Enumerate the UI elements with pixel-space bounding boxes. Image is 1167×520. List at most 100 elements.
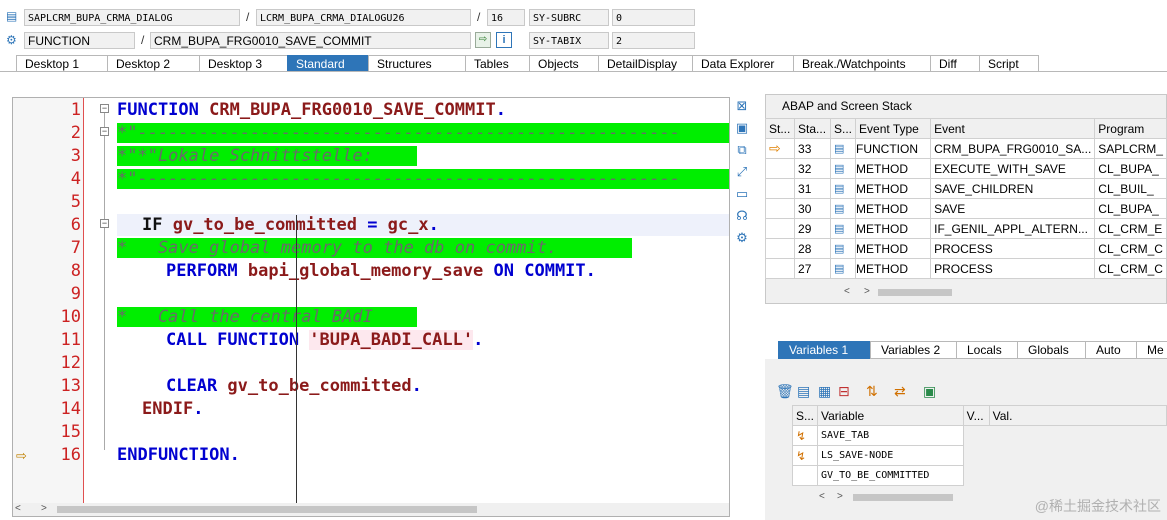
scroll-thumb[interactable] <box>57 506 477 513</box>
source-editor[interactable]: 1 2 3 4 5 6 7 8 9 10 11 12 13 14 15 16 ⇨… <box>12 97 730 517</box>
table-row[interactable]: 27 ▤ METHOD PROCESS CL_CRM_C <box>764 258 1167 279</box>
scroll-right-icon[interactable]: > <box>837 491 843 502</box>
line-number: 13 <box>60 376 81 396</box>
editor-horizontal-scrollbar[interactable]: < > <box>13 503 729 516</box>
new-window-icon[interactable]: ▣ <box>734 120 750 136</box>
col-header[interactable]: Variable <box>817 405 964 426</box>
tab-objects[interactable]: Objects <box>529 55 599 72</box>
line-number: 12 <box>60 353 81 373</box>
variables-horizontal-scrollbar[interactable]: < > <box>815 491 965 504</box>
swap-icon[interactable]: ⇄ <box>894 383 906 400</box>
name-field[interactable]: CRM_BUPA_FRG0010_SAVE_COMMIT <box>150 32 471 49</box>
tab-desktop-2[interactable]: Desktop 2 <box>107 55 200 72</box>
tab-detaildisplay[interactable]: DetailDisplay <box>598 55 693 72</box>
collapse-icon[interactable]: − <box>100 127 109 136</box>
layout-icon[interactable]: ▭ <box>734 186 750 202</box>
program-name: CL_CRM_C <box>1094 258 1167 279</box>
scroll-left-icon[interactable]: < <box>844 286 850 297</box>
col-header[interactable]: S... <box>829 118 857 139</box>
variable-value[interactable] <box>989 425 1167 446</box>
tab-diff[interactable]: Diff <box>930 55 980 72</box>
detail-icon[interactable]: ▦ <box>818 383 831 400</box>
line-number: 15 <box>60 422 81 442</box>
status-cell <box>764 198 796 219</box>
tab-desktop-1[interactable]: Desktop 1 <box>16 55 108 72</box>
tab-script[interactable]: Script <box>979 55 1039 72</box>
navigate-icon[interactable]: ⇨ <box>475 32 491 48</box>
event-type-icon: ▤ <box>829 238 857 259</box>
tab-auto[interactable]: Auto <box>1085 341 1137 359</box>
tab-desktop-3[interactable]: Desktop 3 <box>199 55 288 72</box>
line-number: 6 <box>70 215 81 235</box>
col-header[interactable]: Val. <box>988 405 1167 426</box>
table-row[interactable]: 32 ▤ METHOD EXECUTE_WITH_SAVE CL_BUPA_ <box>764 158 1167 179</box>
tab-structures[interactable]: Structures <box>368 55 466 72</box>
variable-name[interactable]: SAVE_TAB <box>817 425 964 446</box>
table-row[interactable]: 30 ▤ METHOD SAVE CL_BUPA_ <box>764 198 1167 219</box>
event-name: SAVE_CHILDREN <box>930 178 1096 199</box>
maximize-icon[interactable]: ⤢ <box>734 164 750 180</box>
fold-guide <box>104 113 105 450</box>
sy-tabix-label: SY-TABIX <box>529 32 609 49</box>
info-icon[interactable]: i <box>496 32 512 48</box>
scroll-right-icon[interactable]: > <box>41 503 47 514</box>
program-name: CL_BUIL_ <box>1094 178 1167 199</box>
settings-icon[interactable]: ⚙ <box>734 230 750 246</box>
line-field[interactable]: 16 <box>487 9 525 26</box>
event-type-icon: ▤ <box>829 258 857 279</box>
tab-variables-1[interactable]: Variables 1 <box>778 341 871 359</box>
export-icon[interactable]: ▣ <box>923 383 936 400</box>
collapse-icon[interactable]: − <box>100 104 109 113</box>
tab-me[interactable]: Me <box>1136 341 1167 359</box>
col-header[interactable]: Program <box>1094 118 1167 139</box>
tab-locals[interactable]: Locals <box>956 341 1018 359</box>
tab-breakpoints[interactable]: Break./Watchpoints <box>793 55 931 72</box>
table-row[interactable]: ↯ LS_SAVE-NODE <box>791 445 1167 466</box>
table-row[interactable]: 28 ▤ METHOD PROCESS CL_CRM_C <box>764 238 1167 259</box>
line-number: 1 <box>70 100 81 120</box>
stack-horizontal-scrollbar[interactable]: < > <box>840 286 960 299</box>
col-header[interactable]: Event <box>930 118 1096 139</box>
sy-tabix-value[interactable]: 2 <box>612 32 695 49</box>
type-field[interactable]: FUNCTION <box>24 32 135 49</box>
scroll-thumb[interactable] <box>878 289 952 296</box>
delete-icon[interactable]: 🗑 <box>776 383 794 400</box>
line-number: 5 <box>70 192 81 212</box>
remove-icon[interactable]: ⊟ <box>838 383 850 400</box>
collapse-icon[interactable]: − <box>100 219 109 228</box>
variable-value[interactable] <box>989 465 1167 486</box>
tab-standard[interactable]: Standard <box>287 55 369 72</box>
scroll-left-icon[interactable]: < <box>15 503 21 514</box>
col-header[interactable]: V... <box>962 405 990 426</box>
stack-level: 27 <box>794 258 831 279</box>
table-row[interactable]: ↯ SAVE_TAB <box>791 425 1167 446</box>
scroll-thumb[interactable] <box>853 494 953 501</box>
scroll-right-icon[interactable]: > <box>864 286 870 297</box>
tab-data-explorer[interactable]: Data Explorer <box>692 55 794 72</box>
col-header[interactable]: Event Type <box>855 118 932 139</box>
col-header[interactable]: S... <box>791 405 819 426</box>
include-field[interactable]: LCRM_BUPA_CRMA_DIALOGU26 <box>256 9 471 26</box>
sort-icon[interactable]: ⇅ <box>866 383 878 400</box>
desktop-tabs: Desktop 1 Desktop 2 Desktop 3 Standard S… <box>16 55 1039 72</box>
tab-globals[interactable]: Globals <box>1017 341 1086 359</box>
table-row[interactable]: 31 ▤ METHOD SAVE_CHILDREN CL_BUIL_ <box>764 178 1167 199</box>
table-row[interactable]: 29 ▤ METHOD IF_GENIL_APPL_ALTERN... CL_C… <box>764 218 1167 239</box>
variable-name[interactable]: LS_SAVE-NODE <box>817 445 964 466</box>
scroll-left-icon[interactable]: < <box>819 491 825 502</box>
variable-v <box>963 445 990 466</box>
variable-value[interactable] <box>989 445 1167 466</box>
program-field[interactable]: SAPLCRM_BUPA_CRMA_DIALOG <box>24 9 240 26</box>
import-icon[interactable]: ▤ <box>797 383 810 400</box>
headset-icon[interactable]: ☊ <box>734 208 750 224</box>
sy-subrc-value[interactable]: 0 <box>612 9 695 26</box>
table-row[interactable]: ⇨ 33 ▤ FUNCTION CRM_BUPA_FRG0010_SA... S… <box>764 138 1167 159</box>
col-header[interactable]: Sta... <box>794 118 831 139</box>
table-row[interactable]: GV_TO_BE_COMMITTED <box>791 465 1167 486</box>
tab-tables[interactable]: Tables <box>465 55 530 72</box>
copy-icon[interactable]: ⧉ <box>734 142 750 158</box>
col-header[interactable]: St... <box>764 118 796 139</box>
close-icon[interactable]: ⊠ <box>734 98 750 114</box>
tab-variables-2[interactable]: Variables 2 <box>870 341 957 359</box>
variable-name[interactable]: GV_TO_BE_COMMITTED <box>817 465 964 486</box>
